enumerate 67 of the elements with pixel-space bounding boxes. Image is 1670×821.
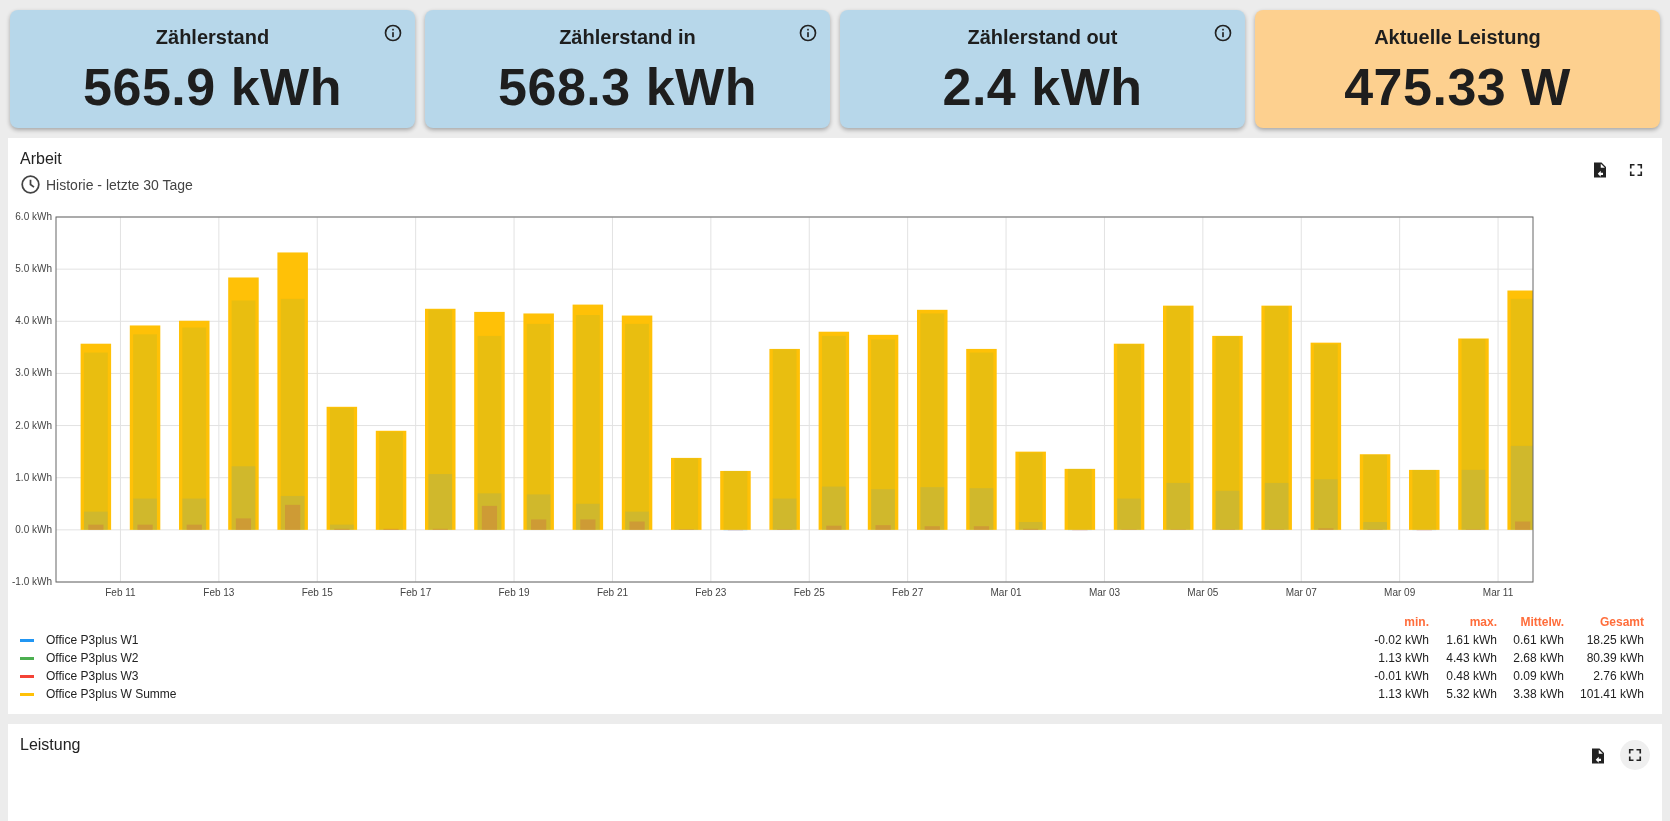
stat-value: 0.09 kWh [1512, 669, 1564, 683]
stat-value: 80.39 kWh [1585, 651, 1644, 665]
x-tick-label: Mar 07 [1285, 587, 1317, 598]
stat-value: 101.41 kWh [1578, 687, 1644, 701]
info-icon[interactable] [383, 23, 403, 43]
column-header: max. [1468, 615, 1497, 629]
stat-value: 4.43 kWh [1445, 651, 1497, 665]
x-tick-label: Feb 21 [596, 587, 629, 598]
legend-label: Office P3plus W3 [46, 669, 139, 683]
stat-value: -0.02 kWh [1373, 633, 1429, 647]
y-tick-label: 2.0 kWh [15, 419, 52, 431]
file-export-icon [1589, 747, 1607, 765]
x-tick-label: Mar 01 [990, 587, 1022, 598]
card-title: Zählerstand out [967, 26, 1118, 49]
legend-label: Office P3plus W2 [46, 651, 139, 665]
panel-subtitle: Historie - letzte 30 Tage [46, 176, 193, 193]
card-value: 565.9 kWh [83, 57, 342, 117]
y-tick-label: 4.0 kWh [15, 315, 52, 327]
fullscreen-icon [1627, 161, 1645, 179]
card-value: 568.3 kWh [498, 57, 757, 117]
info-icon[interactable] [1213, 23, 1233, 43]
y-tick-label: 0.0 kWh [15, 523, 52, 535]
x-tick-label: Feb 15 [301, 587, 333, 598]
stat-value: 2.68 kWh [1512, 651, 1564, 665]
stat-value: 1.61 kWh [1445, 633, 1497, 647]
x-tick-label: Feb 19 [498, 587, 530, 598]
card-title: Zählerstand [155, 26, 270, 49]
card-title: Aktuelle Leistung [1374, 26, 1541, 49]
stat-value: 0.48 kWh [1445, 669, 1497, 683]
legend-label: Office P3plus W Summe [46, 687, 177, 701]
panel-title: Arbeit [20, 150, 63, 168]
x-tick-label: Feb 23 [695, 587, 727, 598]
stat-value: 0.61 kWh [1512, 633, 1564, 647]
card-title: Zählerstand in [559, 26, 696, 49]
x-tick-label: Feb 17 [400, 587, 432, 598]
stat-value: 2.76 kWh [1592, 669, 1644, 683]
y-tick-label: 3.0 kWh [15, 367, 52, 379]
x-tick-label: Feb 27 [892, 587, 924, 598]
x-tick-label: Feb 13 [203, 587, 235, 598]
x-tick-label: Mar 03 [1088, 587, 1121, 598]
card-value: 2.4 kWh [942, 57, 1143, 117]
y-tick-label: 6.0 kWh [15, 211, 52, 222]
column-header: min. [1403, 615, 1429, 629]
column-header: Mittelw. [1519, 615, 1564, 629]
legend-label: Office P3plus W1 [46, 633, 139, 647]
x-tick-label: Feb 25 [793, 587, 825, 598]
y-tick-label: 5.0 kWh [15, 263, 52, 275]
stat-value: 5.32 kWh [1445, 687, 1497, 701]
stat-value: 3.38 kWh [1512, 687, 1564, 701]
x-tick-label: Feb 11 [105, 587, 136, 598]
stat-value: -0.01 kWh [1373, 669, 1429, 683]
y-tick-label: -1.0 kWh [12, 576, 52, 587]
clock-icon [20, 174, 41, 195]
file-export-icon [1591, 161, 1609, 179]
x-tick-label: Mar 11 [1482, 587, 1514, 598]
fullscreen-button[interactable] [1620, 740, 1650, 770]
stat-value: 1.13 kWh [1377, 687, 1429, 701]
stat-value: 18.25 kWh [1585, 633, 1644, 647]
column-header: Gesamt [1598, 615, 1644, 629]
fullscreen-icon [1626, 746, 1644, 764]
panel-title: Leistung [20, 736, 81, 754]
info-icon[interactable] [798, 23, 818, 43]
x-tick-label: Mar 05 [1187, 587, 1219, 598]
stat-value: 1.13 kWh [1377, 651, 1429, 665]
card-value: 475.33 W [1344, 57, 1571, 117]
x-tick-label: Mar 09 [1384, 587, 1416, 598]
y-tick-label: 1.0 kWh [15, 471, 52, 483]
